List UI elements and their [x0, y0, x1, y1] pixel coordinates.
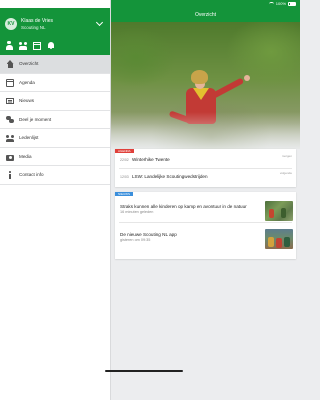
agenda-date: 12/03 [120, 175, 129, 179]
person-icon[interactable] [5, 41, 13, 50]
hero-image [111, 22, 300, 149]
sidebar-item-deel-je-moment[interactable]: Deel je moment [0, 111, 110, 129]
sidebar-item-label: Nieuws [19, 98, 35, 104]
agenda-item[interactable]: 12/03 LSW: Landelijke Scoutingwedstrijde… [115, 170, 296, 185]
sidebar-item-agenda[interactable]: Agenda [0, 74, 110, 92]
chevron-down-icon[interactable] [95, 18, 104, 27]
sidebar-item-label: Ledenlijst [19, 135, 39, 141]
divider [119, 222, 292, 223]
calendar-icon[interactable] [33, 41, 41, 50]
agenda-date: 22/02 [120, 158, 129, 162]
top-bar: Overzicht [111, 8, 300, 22]
agenda-title: Winterhike Twente [132, 157, 170, 162]
sidebar-item-label: Contact info [19, 172, 44, 178]
sidebar-item-overzicht[interactable]: Overzicht [0, 55, 110, 74]
user-name: Klaas de Vries [21, 18, 54, 24]
people-icon [6, 134, 14, 142]
home-icon [6, 60, 14, 68]
sidebar-item-label: Overzicht [19, 61, 39, 67]
sidebar-item-label: Deel je moment [19, 116, 52, 122]
hero-figure-hand [244, 75, 250, 81]
hero-figure-arm [209, 77, 245, 100]
news-item[interactable]: Straks kunnen alle kinderen op kamp en a… [115, 198, 296, 224]
news-thumbnail [265, 229, 293, 249]
sidebar-item-nieuws[interactable]: Nieuws [0, 92, 110, 111]
agenda-card: AGENDA 22/02 Winterhike Twente morgen 12… [115, 149, 296, 187]
sidebar-item-ledenlijst[interactable]: Ledenlijst [0, 129, 110, 148]
hero-figure-hair [191, 70, 208, 84]
avatar[interactable]: KV [5, 18, 17, 30]
sidebar-header: KV Klaas de Vries Scouting NL [0, 8, 110, 55]
hero-fade [111, 112, 300, 149]
agenda-title: LSW: Landelijke Scoutingwedstrijden [132, 174, 208, 179]
news-thumbnail [265, 201, 293, 221]
sidebar-menu: Overzicht Agenda Nieuws Deel je moment L… [0, 55, 110, 185]
news-time: 16 minuten geleden [120, 210, 154, 214]
sidebar-item-media[interactable]: Media [0, 148, 110, 166]
agenda-when: morgen [281, 154, 292, 158]
news-tag: NIEUWS [115, 192, 133, 196]
news-item[interactable]: De nieuwe Scouting NL app gisteren om 09… [115, 226, 296, 252]
main-content: Overzicht AGENDA 22/02 Winterhike Twente… [111, 0, 300, 400]
agenda-item[interactable]: 22/02 Winterhike Twente morgen [115, 153, 296, 168]
page-title: Overzicht [194, 12, 217, 18]
user-group: Scouting NL [21, 25, 46, 30]
info-icon [6, 171, 14, 179]
calendar-icon [6, 78, 14, 87]
bell-icon[interactable] [47, 41, 55, 50]
news-title: De nieuwe Scouting NL app [120, 232, 177, 237]
camera-icon [6, 153, 14, 161]
sidebar-item-contact-info[interactable]: Contact info [0, 166, 110, 185]
chat-icon [6, 115, 14, 124]
news-card: NIEUWS Straks kunnen alle kinderen op ka… [115, 192, 296, 259]
group-icon[interactable] [19, 41, 27, 50]
news-icon [6, 98, 14, 104]
agenda-when: volgende [279, 171, 292, 175]
divider [119, 168, 292, 169]
news-title: Straks kunnen alle kinderen op kamp en a… [120, 204, 247, 209]
sidebar-item-label: Media [19, 153, 32, 159]
header-icons [5, 41, 55, 50]
sidebar-item-label: Agenda [19, 79, 35, 85]
home-indicator[interactable] [105, 370, 183, 372]
news-time: gisteren om 09:35 [120, 238, 151, 242]
sidebar: KV Klaas de Vries Scouting NL Overzicht … [0, 0, 111, 400]
